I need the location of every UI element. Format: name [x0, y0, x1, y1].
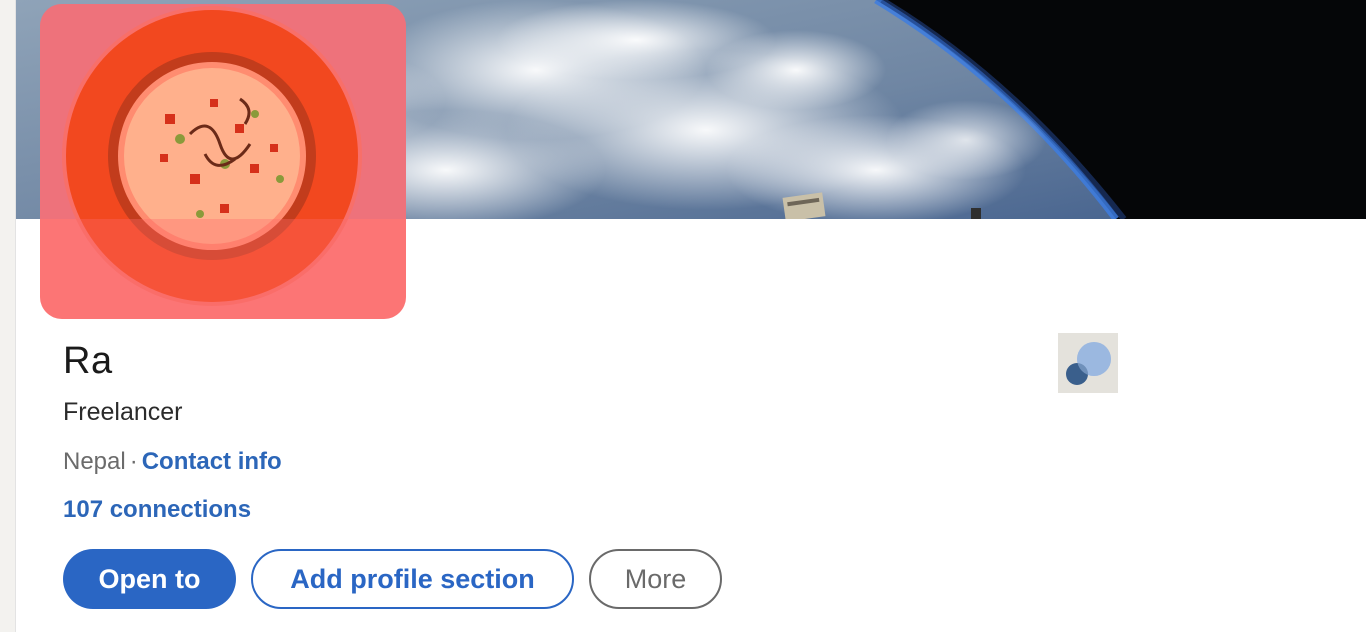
company-logo[interactable]: [1058, 333, 1118, 393]
connections-link[interactable]: 107 connections: [63, 496, 251, 523]
location-line: Nepal · Contact info: [63, 448, 282, 476]
contact-info-link[interactable]: Contact info: [142, 448, 282, 475]
profile-photo[interactable]: [40, 4, 406, 319]
add-profile-section-button[interactable]: Add profile section: [251, 549, 574, 609]
open-to-button[interactable]: Open to: [63, 549, 236, 609]
company-logo-icon: [1066, 342, 1111, 385]
connections-line: 107 connections: [63, 496, 251, 524]
more-button[interactable]: More: [589, 549, 722, 609]
profile-headline: Freelancer: [63, 398, 183, 426]
location-separator: ·: [129, 448, 138, 475]
profile-card: Ra Freelancer Nepal · Contact info 107 con…: [15, 0, 1366, 632]
profile-name: Ra: [63, 340, 113, 382]
rice-bowl-avatar-graphic: [40, 4, 406, 319]
location-text: Nepal: [63, 448, 126, 475]
